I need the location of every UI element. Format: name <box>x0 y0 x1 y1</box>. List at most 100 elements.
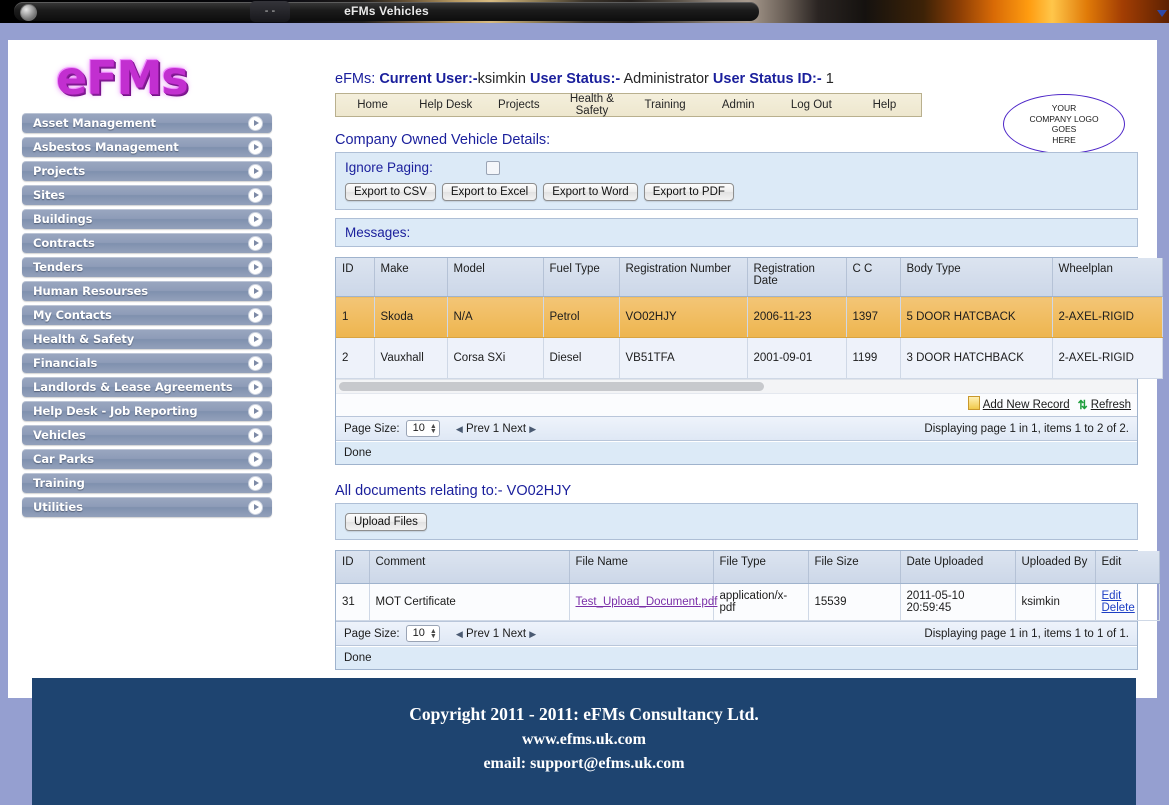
sidebar-item-health-safety[interactable]: Health & Safety <box>22 329 272 349</box>
sidebar-nav: Asset Management Asbestos Management Proje… <box>22 113 272 521</box>
menu-item-health-safety[interactable]: Health & Safety <box>555 93 628 117</box>
export-word-button[interactable]: Export to Word <box>543 183 638 201</box>
vehicles-pager-nav[interactable]: ◀ Prev 1 Next ▶ <box>456 423 536 435</box>
vehicles-column-header[interactable]: Model <box>447 258 544 297</box>
menu-item-log-out[interactable]: Log Out <box>775 99 848 111</box>
vehicles-column-header[interactable]: ID <box>336 258 375 297</box>
table-row[interactable]: 31 MOT Certificate Test_Upload_Document.pd… <box>336 583 1160 621</box>
vehicles-status-bar: Done <box>336 441 1137 464</box>
document-file-link[interactable]: Test_Upload_Document.pdf <box>576 596 718 608</box>
ignore-paging-checkbox[interactable] <box>485 160 500 175</box>
sidebar-item-label: Sites <box>33 188 65 202</box>
vehicles-cell-wheelplan: 2-AXEL-RIGID <box>1052 296 1163 338</box>
export-csv-button[interactable]: Export to CSV <box>345 183 436 201</box>
prev-arrow-icon[interactable]: ◀ <box>456 424 463 434</box>
vehicles-grid-actions: Add New Record ⇅ Refresh <box>336 393 1137 416</box>
export-excel-button[interactable]: Export to Excel <box>441 183 538 201</box>
sidebar-item-sites[interactable]: Sites <box>22 185 272 205</box>
window-secondary-button[interactable]: - - <box>250 1 290 22</box>
sidebar-item-my-contacts[interactable]: My Contacts <box>22 305 272 325</box>
vehicles-cell-wheelplan: 2-AXEL-RIGID <box>1052 337 1163 379</box>
app-name-label: eFMs: <box>335 71 376 87</box>
add-record-page-icon <box>967 396 980 410</box>
sidebar-item-help-desk-job-reporting[interactable]: Help Desk - Job Reporting <box>22 401 272 421</box>
sidebar-item-projects[interactable]: Projects <box>22 161 272 181</box>
vehicles-cell-model: N/A <box>447 296 544 338</box>
documents-page-size-select[interactable]: 10 ▲ ▼ <box>405 625 440 642</box>
chevron-right-icon <box>249 405 262 418</box>
next-arrow-icon[interactable]: ▶ <box>529 424 536 434</box>
documents-column-header[interactable]: File Size <box>808 551 901 584</box>
vehicles-cell-id: 1 <box>336 296 375 338</box>
vehicles-column-header[interactable]: Make <box>374 258 448 297</box>
documents-column-header[interactable]: Date Uploaded <box>900 551 1016 584</box>
sidebar-item-asset-management[interactable]: Asset Management <box>22 113 272 133</box>
menu-item-projects[interactable]: Projects <box>482 99 555 111</box>
documents-grid-container: ID Comment File Name File Type File Size Date… <box>335 550 1160 670</box>
export-button-group: Export to CSV Export to Excel Export to Wo… <box>345 182 1128 201</box>
refresh-link[interactable]: Refresh <box>1091 399 1131 411</box>
vehicles-column-header[interactable]: Registration Date <box>747 258 847 297</box>
sidebar-item-landlords-lease-agreements[interactable]: Landlords & Lease Agreements <box>22 377 272 397</box>
export-pdf-button[interactable]: Export to PDF <box>643 183 734 201</box>
sidebar-item-buildings[interactable]: Buildings <box>22 209 272 229</box>
sidebar-item-asbestos-management[interactable]: Asbestos Management <box>22 137 272 157</box>
upload-files-button[interactable]: Upload Files <box>345 513 427 531</box>
window-titlebar-button[interactable]: eFMs Vehicles <box>14 2 759 21</box>
documents-column-header[interactable]: File Name <box>569 551 714 584</box>
vehicles-column-header[interactable]: Wheelplan <box>1052 258 1163 297</box>
add-new-record-link[interactable]: Add New Record <box>983 399 1070 411</box>
vehicles-scrollbar-thumb[interactable] <box>339 382 764 391</box>
sidebar-item-financials[interactable]: Financials <box>22 353 272 373</box>
window-title: eFMs Vehicles <box>344 4 429 18</box>
table-row[interactable]: 2 Vauxhall Corsa SXi Diesel VB51TFA 2001-09-0… <box>336 337 1163 379</box>
menu-item-training[interactable]: Training <box>629 99 702 111</box>
vehicles-cell-make: Skoda <box>374 296 448 338</box>
vehicles-column-header[interactable]: Fuel Type <box>543 258 620 297</box>
documents-page-size-spinner-icon: ▲ ▼ <box>429 627 437 640</box>
sidebar-item-label: Financials <box>33 356 98 370</box>
sidebar-item-utilities[interactable]: Utilities <box>22 497 272 517</box>
vehicles-column-header[interactable]: Registration Number <box>619 258 748 297</box>
vehicles-cell-make: Vauxhall <box>374 337 448 379</box>
documents-column-header[interactable]: ID <box>336 551 370 584</box>
vehicles-next-link[interactable]: Next <box>502 423 526 435</box>
sidebar-item-tenders[interactable]: Tenders <box>22 257 272 277</box>
menu-item-home[interactable]: Home <box>336 99 409 111</box>
scroll-down-arrow-icon[interactable] <box>1157 10 1167 17</box>
table-row[interactable]: 1 Skoda N/A Petrol VO02HJY 2006-11-23 1397 5 DO… <box>336 296 1163 338</box>
vehicles-column-header[interactable]: C C <box>846 258 901 297</box>
vehicles-column-header[interactable]: Body Type <box>900 258 1053 297</box>
documents-column-header[interactable]: Uploaded By <box>1015 551 1096 584</box>
documents-next-arrow-icon[interactable]: ▶ <box>529 629 536 639</box>
documents-column-header[interactable]: Comment <box>369 551 570 584</box>
documents-next-link[interactable]: Next <box>502 628 526 640</box>
menu-item-admin[interactable]: Admin <box>702 99 775 111</box>
edit-link[interactable]: Edit <box>1102 590 1122 602</box>
documents-page-number[interactable]: 1 <box>493 628 499 640</box>
vehicles-prev-link[interactable]: Prev <box>466 423 490 435</box>
menu-item-help[interactable]: Help <box>848 99 921 111</box>
documents-column-header[interactable]: File Type <box>713 551 809 584</box>
menu-item-help-desk[interactable]: Help Desk <box>409 99 482 111</box>
sidebar-item-vehicles[interactable]: Vehicles <box>22 425 272 445</box>
footer-copyright: Copyright 2011 - 2011: eFMs Consultancy … <box>409 704 759 724</box>
documents-pager-nav[interactable]: ◀ Prev 1 Next ▶ <box>456 628 536 640</box>
delete-link[interactable]: Delete <box>1102 602 1135 614</box>
documents-cell-uploaded-by: ksimkin <box>1015 583 1096 621</box>
chevron-right-icon <box>249 477 262 490</box>
vehicles-toolbar-panel: Ignore Paging: Export to CSV Export to Ex… <box>335 152 1138 210</box>
vehicles-horizontal-scrollbar[interactable] <box>336 379 1137 393</box>
documents-status-bar: Done <box>336 646 1137 669</box>
vehicles-page-size-value: 10 <box>412 422 425 434</box>
vehicles-page-size-select[interactable]: 10 ▲ ▼ <box>405 420 440 437</box>
sidebar-item-training[interactable]: Training <box>22 473 272 493</box>
chevron-right-icon <box>249 213 262 226</box>
documents-prev-arrow-icon[interactable]: ◀ <box>456 629 463 639</box>
documents-column-header[interactable]: Edit <box>1095 551 1160 584</box>
sidebar-item-contracts[interactable]: Contracts <box>22 233 272 253</box>
sidebar-item-car-parks[interactable]: Car Parks <box>22 449 272 469</box>
vehicles-page-number[interactable]: 1 <box>493 423 499 435</box>
sidebar-item-human-resourses[interactable]: Human Resourses <box>22 281 272 301</box>
documents-prev-link[interactable]: Prev <box>466 628 490 640</box>
